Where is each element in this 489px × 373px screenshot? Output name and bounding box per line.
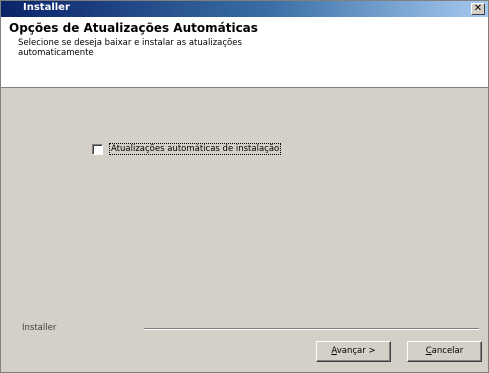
close-icon: ✕ [473,3,483,14]
next-label: vançar > [336,346,376,356]
close-button[interactable]: ✕ [471,3,485,15]
auto-updates-checkbox[interactable] [92,143,103,155]
footer-brand: Installer [22,323,57,333]
subtitle-line-1: Selecione se deseja baixar e instalar as… [18,38,242,48]
footer-separator [144,328,479,330]
window-title: Installer [23,2,70,13]
title-bar[interactable]: Installer ✕ [1,1,488,17]
installer-window: Installer ✕ Opções de Atualizações Autom… [0,0,489,373]
cancel-label: ancelar [431,346,464,356]
wizard-header: Opções de Atualizações Automáticas Selec… [1,17,488,88]
next-button[interactable]: Avançar > [316,341,391,362]
page-title: Opções de Atualizações Automáticas [9,21,258,35]
subtitle-line-2: automaticamente [18,48,94,58]
wizard-body: Atualizações automáticas de instalação [1,88,488,328]
cancel-button[interactable]: Cancelar [407,341,482,362]
auto-updates-label[interactable]: Atualizações automáticas de instalação [109,143,282,155]
auto-updates-option[interactable]: Atualizações automáticas de instalação [92,143,282,155]
page-subtitle: Selecione se deseja baixar e instalar as… [18,38,318,58]
